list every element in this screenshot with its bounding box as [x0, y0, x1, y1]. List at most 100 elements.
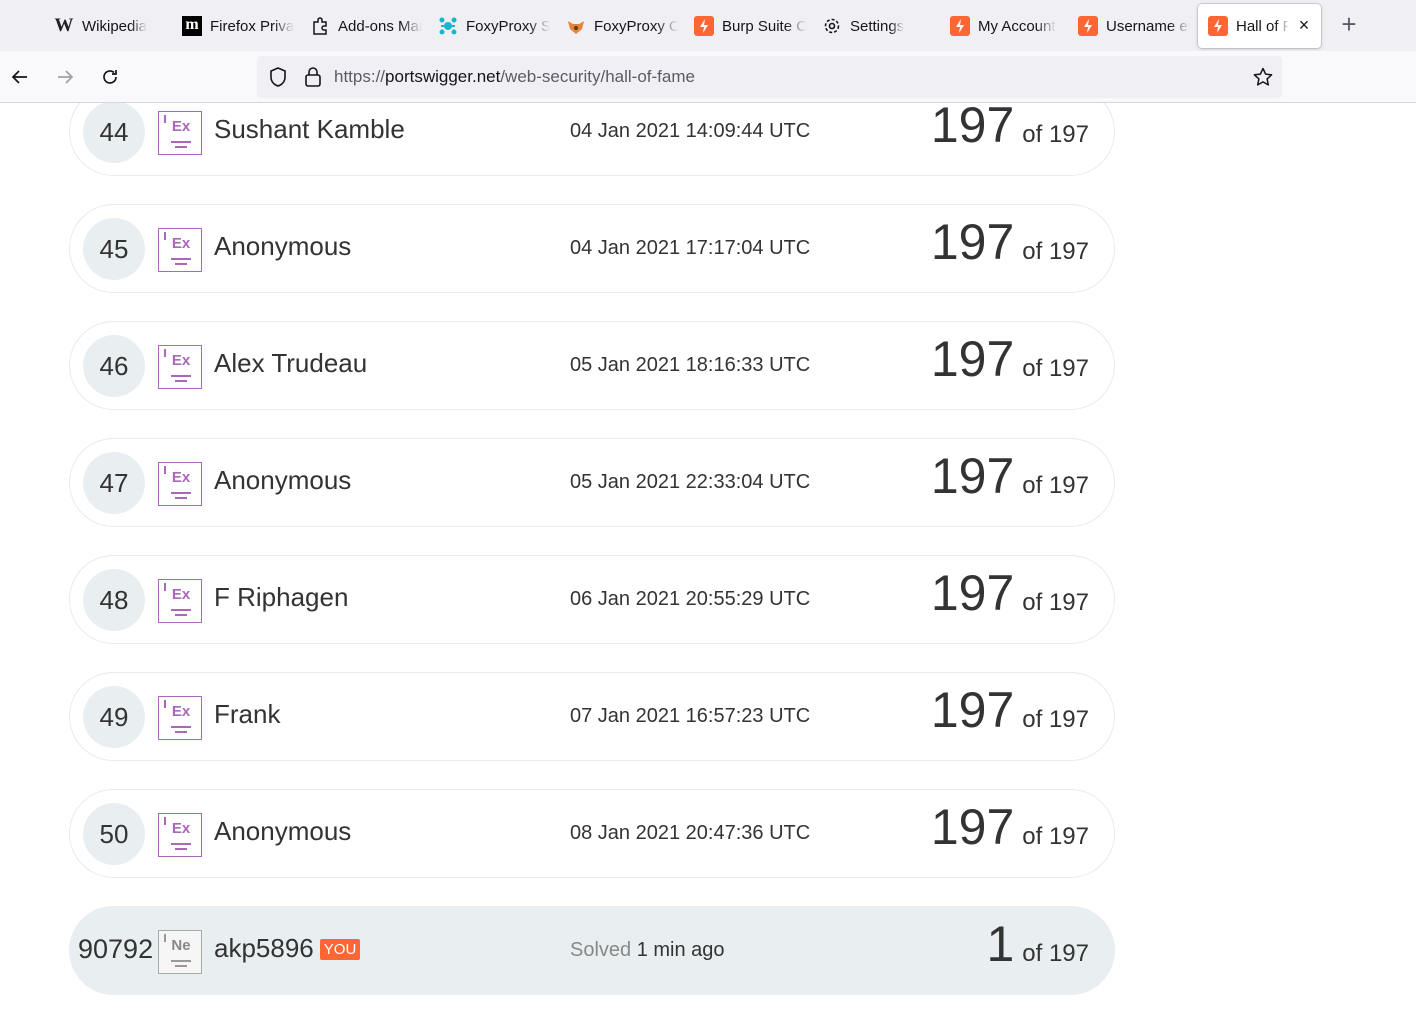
total-count: of 197: [1022, 589, 1089, 616]
burp-icon: [950, 16, 970, 36]
expert-level-badge-icon: Ex: [158, 345, 202, 389]
solved-count: 197: [930, 682, 1015, 738]
tab-title: Username enumeration: [1106, 17, 1190, 35]
user-name: Sushant Kamble: [214, 114, 405, 144]
solved-ago: 1 min ago: [636, 939, 725, 961]
tab-foxyproxy-standard[interactable]: FoxyProxy Standard: [428, 4, 550, 48]
total-count: of 197: [1022, 121, 1089, 148]
new-tab-button[interactable]: +: [1336, 11, 1362, 38]
expert-level-badge-icon: Ex: [158, 111, 202, 155]
completion-date: 06 Jan 2021 20:55:29 UTC: [570, 588, 811, 610]
completion-date: 07 Jan 2021 16:57:23 UTC: [570, 705, 811, 727]
reload-icon: [103, 70, 117, 84]
tab-title: Firefox Privacy: [210, 17, 294, 35]
hall-of-fame-list: 44 Ex Sushant Kamble 04 Jan 2021 14:09:4…: [69, 103, 1115, 1023]
close-tab-icon[interactable]: ×: [1295, 16, 1313, 34]
tab-title: Settings: [850, 17, 905, 35]
tab-wikipedia[interactable]: W Wikipedia: [44, 4, 166, 48]
tab-strip: W Wikipedia m Firefox Privacy Add-ons Ma…: [0, 0, 1416, 51]
solved-count: 197: [930, 448, 1015, 504]
leaderboard-row: 48 Ex F Riphagen 06 Jan 2021 20:55:29 UT…: [69, 555, 1115, 644]
expert-level-badge-icon: Ex: [158, 579, 202, 623]
navigation-bar: https://portswigger.net/web-security/hal…: [0, 51, 1416, 103]
tab-hall-of-fame[interactable]: Hall of Fame ×: [1198, 4, 1321, 48]
leaderboard-row: 44 Ex Sushant Kamble 04 Jan 2021 14:09:4…: [69, 103, 1115, 176]
burp-icon: [694, 16, 714, 36]
completion-date: 05 Jan 2021 22:33:04 UTC: [570, 471, 811, 493]
url-path: /web-security/hall-of-fame: [500, 67, 695, 86]
puzzle-icon: [310, 16, 330, 36]
expert-level-badge-icon: Ex: [158, 696, 202, 740]
total-count: of 197: [1022, 940, 1089, 967]
rank-circle: 45: [83, 218, 145, 280]
rank-circle: 46: [83, 335, 145, 397]
score: 197 of 197: [931, 447, 1089, 507]
user-name: Anonymous: [214, 816, 352, 846]
tab-username-enumeration[interactable]: Username enumeration: [1068, 4, 1190, 48]
completion-date: 05 Jan 2021 18:16:33 UTC: [570, 354, 811, 376]
user-rank: 90792: [78, 934, 154, 964]
leaderboard-row: 45 Ex Anonymous 04 Jan 2021 17:17:04 UTC…: [69, 204, 1115, 293]
tab-firefox-privacy[interactable]: m Firefox Privacy: [172, 4, 294, 48]
leaderboard-row: 47 Ex Anonymous 05 Jan 2021 22:33:04 UTC…: [69, 438, 1115, 527]
tab-addons[interactable]: Add-ons Manager: [300, 4, 422, 48]
solved-label: Solved: [570, 939, 632, 961]
lock-icon[interactable]: [303, 66, 323, 88]
solved-count: 197: [930, 331, 1015, 387]
user-name: Frank: [214, 699, 281, 729]
burp-icon: [1208, 16, 1228, 36]
gear-icon: [822, 16, 842, 36]
tab-title: Hall of Fame: [1236, 17, 1289, 35]
username: akp5896: [214, 933, 314, 963]
solved-count: 197: [930, 214, 1015, 270]
expert-level-badge-icon: Ex: [158, 813, 202, 857]
mozilla-m-icon: m: [182, 16, 202, 36]
page-content: 44 Ex Sushant Kamble 04 Jan 2021 14:09:4…: [0, 103, 1416, 1025]
tab-my-account[interactable]: My Account: [940, 4, 1062, 48]
solved-time: Solved 1 min ago: [570, 939, 725, 962]
tab-title: Add-ons Manager: [338, 17, 422, 35]
leaderboard-row: 50 Ex Anonymous 08 Jan 2021 20:47:36 UTC…: [69, 789, 1115, 878]
user-name: akp5896 YOU: [214, 933, 361, 964]
arrow-left-icon: [11, 70, 27, 84]
url-text[interactable]: https://portswigger.net/web-security/hal…: [334, 67, 695, 87]
you-tag: YOU: [319, 939, 361, 960]
score: 197 of 197: [931, 564, 1089, 624]
tab-settings[interactable]: Settings: [812, 4, 934, 48]
current-user-row: 90792 Ne akp5896 YOU Solved 1 min ago 1 of…: [69, 906, 1115, 995]
score: 197 of 197: [931, 330, 1089, 390]
wikipedia-icon: W: [54, 15, 74, 36]
address-bar[interactable]: https://portswigger.net/web-security/hal…: [257, 56, 1282, 98]
leaderboard-row: 49 Ex Frank 07 Jan 2021 16:57:23 UTC 197…: [69, 672, 1115, 761]
rank-circle: 47: [83, 452, 145, 514]
tab-title: My Account: [978, 17, 1056, 35]
tab-title: Burp Suite Community: [722, 17, 806, 35]
solved-count: 197: [930, 799, 1015, 855]
tab-burp-suite[interactable]: Burp Suite Community: [684, 4, 806, 48]
bookmark-star-icon[interactable]: [1252, 66, 1274, 88]
fox-icon: [566, 16, 586, 36]
forward-button[interactable]: [51, 63, 79, 91]
rank-circle: 50: [83, 803, 145, 865]
shield-icon[interactable]: [267, 66, 289, 88]
total-count: of 197: [1022, 706, 1089, 733]
rank-circle: 49: [83, 686, 145, 748]
rank-circle: 48: [83, 569, 145, 631]
solved-count: 1: [986, 916, 1015, 972]
completion-date: 04 Jan 2021 14:09:44 UTC: [570, 120, 811, 142]
tab-title: FoxyProxy Standard: [466, 17, 550, 35]
solved-count: 197: [930, 565, 1015, 621]
leaderboard-row: 46 Ex Alex Trudeau 05 Jan 2021 18:16:33 …: [69, 321, 1115, 410]
expert-level-badge-icon: Ex: [158, 462, 202, 506]
tab-title: FoxyProxy Options: [594, 17, 678, 35]
reload-button[interactable]: [96, 63, 124, 91]
score: 197 of 197: [931, 681, 1089, 741]
tab-foxyproxy-options[interactable]: FoxyProxy Options: [556, 4, 678, 48]
url-host: portswigger.net: [385, 67, 501, 86]
score: 197 of 197: [931, 798, 1089, 858]
back-button[interactable]: [6, 63, 34, 91]
solved-count: 197: [930, 103, 1015, 153]
total-count: of 197: [1022, 823, 1089, 850]
user-name: F Riphagen: [214, 582, 349, 612]
score: 197 of 197: [931, 213, 1089, 273]
